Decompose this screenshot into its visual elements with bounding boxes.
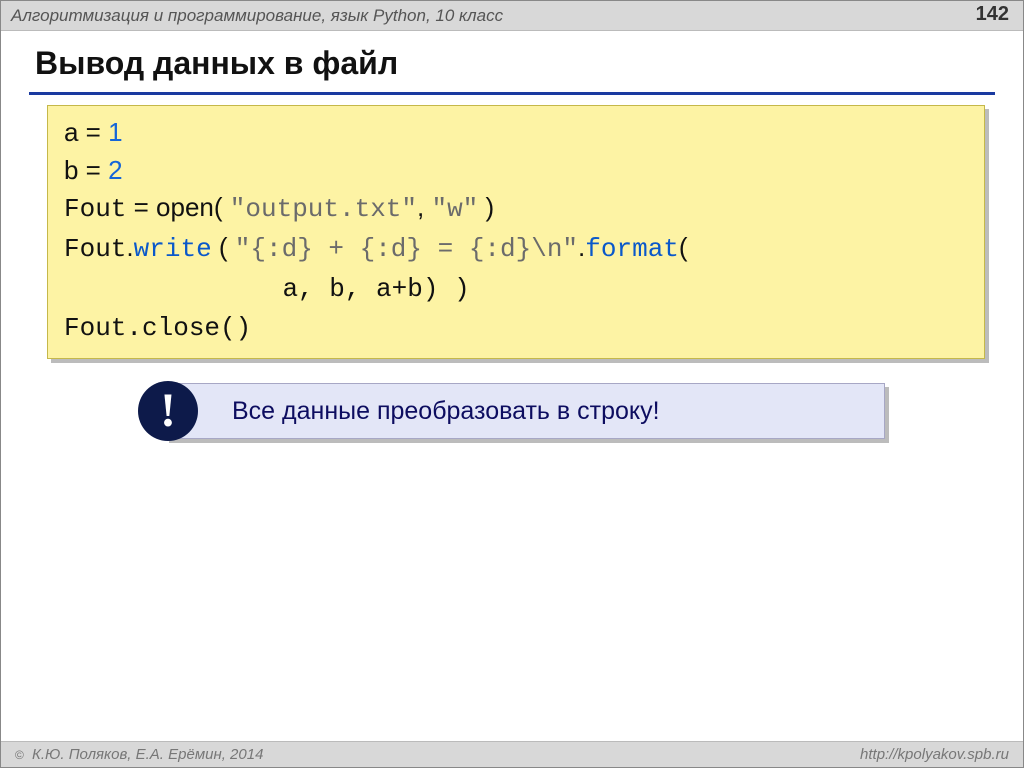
footer-bar: © К.Ю. Поляков, Е.А. Ерёмин, 2014 http:/… (1, 741, 1023, 767)
code-line-6: Fout.close() (64, 308, 968, 348)
code-block: a = 1 b = 2 Fout = open( "output.txt", "… (47, 105, 985, 359)
code-text: ) (478, 192, 494, 222)
code-line-2: b = 2 (64, 152, 968, 190)
code-block-shadow: a = 1 b = 2 Fout = open( "output.txt", "… (51, 109, 989, 363)
code-text: , (417, 192, 431, 222)
code-line-5: a, b, a+b) ) (64, 269, 968, 309)
authors-text: К.Ю. Поляков, Е.А. Ерёмин, 2014 (28, 746, 264, 763)
code-line-1: a = 1 (64, 114, 968, 152)
code-text: a = (64, 117, 108, 147)
callout: ! Все данные преобразовать в строку! (169, 387, 889, 443)
code-method: write (134, 234, 212, 264)
code-text: ( (212, 232, 235, 262)
code-number: 2 (108, 155, 122, 185)
header-bar: Алгоритмизация и программирование, язык … (1, 1, 1023, 31)
code-indent (64, 274, 282, 304)
footer-url: http://kpolyakov.spb.ru (860, 746, 1009, 763)
slide-title: Вывод данных в файл (29, 39, 995, 95)
code-string: "{:d} + {:d} = {:d}\n" (235, 234, 578, 264)
footer-authors: © К.Ю. Поляков, Е.А. Ерёмин, 2014 (15, 746, 263, 763)
callout-text: Все данные преобразовать в строку! (232, 397, 660, 426)
code-number: 1 (108, 117, 122, 147)
slide-content: Вывод данных в файл a = 1 b = 2 Fout = o… (1, 31, 1023, 443)
code-ident: Fout (64, 313, 126, 343)
code-text: . (126, 232, 133, 262)
code-text: b = (64, 155, 108, 185)
code-ident: Fout (64, 234, 126, 264)
code-text: ( (679, 232, 688, 262)
copyright-icon: © (15, 748, 24, 762)
code-text: a, b, a+b) ) (282, 274, 469, 304)
code-string: "w" (431, 194, 478, 224)
code-line-4: Fout.write ( "{:d} + {:d} = {:d}\n".form… (64, 229, 968, 269)
code-method: format (585, 234, 679, 264)
code-line-3: Fout = open( "output.txt", "w" ) (64, 189, 968, 229)
page-number: 142 (976, 3, 1009, 26)
exclamation-icon: ! (138, 381, 198, 441)
code-text: .close() (126, 313, 251, 343)
code-ident: Fout (64, 194, 126, 224)
code-string: "output.txt" (230, 194, 417, 224)
code-text: = open( (126, 192, 229, 222)
course-title: Алгоритмизация и программирование, язык … (11, 6, 503, 26)
